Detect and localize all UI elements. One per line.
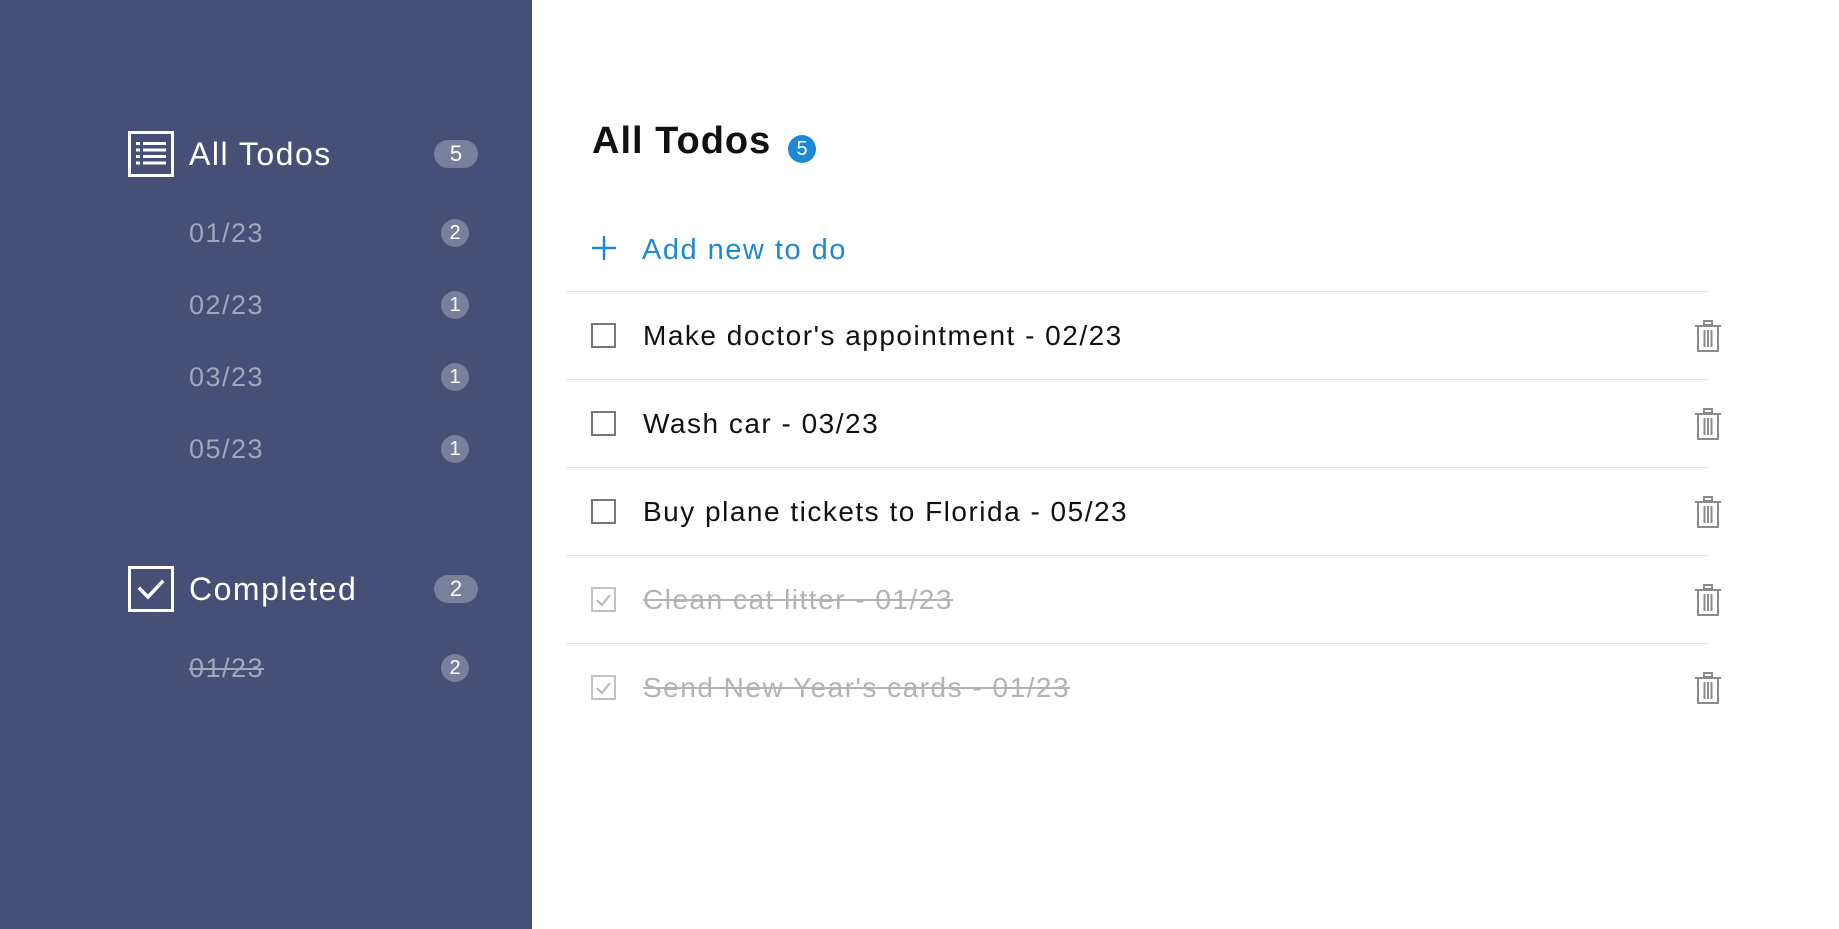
sidebar-item-label: 03/23 xyxy=(189,361,265,392)
add-todo-button[interactable]: Add new to do xyxy=(590,228,847,272)
count-badge: 5 xyxy=(434,140,478,168)
checkmark-icon xyxy=(596,682,611,695)
count-badge: 1 xyxy=(441,363,469,391)
todo-checkbox-checked[interactable] xyxy=(591,587,616,612)
todo-text: Buy plane tickets to Florida - 05/23 xyxy=(643,495,1129,527)
page-title: All Todos xyxy=(592,120,772,162)
sidebar-item-label: 01/23 xyxy=(189,217,265,248)
trash-icon[interactable] xyxy=(1692,494,1724,530)
sidebar: All Todos 5 01/23 2 02/23 1 03/23 1 05/2… xyxy=(0,0,532,929)
plus-icon xyxy=(590,234,618,267)
todo-item: Wash car - 03/23 xyxy=(566,379,1721,467)
todo-item-completed: Clean cat litter - 01/23 xyxy=(566,555,1721,643)
todo-list: Make doctor's appointment - 02/23 Wash c… xyxy=(566,291,1721,731)
count-badge: 2 xyxy=(441,219,469,247)
sidebar-item-date[interactable]: 05/23 1 xyxy=(189,413,469,485)
sidebar-item-date[interactable]: 03/23 1 xyxy=(189,341,469,413)
add-todo-label: Add new to do xyxy=(642,233,847,266)
trash-icon[interactable] xyxy=(1692,670,1724,706)
todo-checkbox[interactable] xyxy=(591,323,616,348)
sidebar-item-label: 02/23 xyxy=(189,289,265,320)
todo-text: Clean cat litter - 01/23 xyxy=(643,583,953,615)
list-icon xyxy=(128,131,174,177)
completed-date-list: 01/23 2 xyxy=(189,632,469,704)
checkmark-box-icon xyxy=(128,566,174,612)
todo-checkbox-checked[interactable] xyxy=(591,675,616,700)
todo-checkbox[interactable] xyxy=(591,499,616,524)
todo-text: Make doctor's appointment - 02/23 xyxy=(643,319,1123,351)
todo-checkbox[interactable] xyxy=(591,411,616,436)
sidebar-all-todos-label: All Todos xyxy=(189,135,332,172)
count-badge: 2 xyxy=(434,575,478,603)
trash-icon[interactable] xyxy=(1692,406,1724,442)
todo-text: Wash car - 03/23 xyxy=(643,407,880,439)
count-badge: 2 xyxy=(441,654,469,682)
sidebar-completed-label: Completed xyxy=(189,570,358,607)
main-panel: All Todos 5 Add new to do Make doctor's … xyxy=(532,0,1839,929)
all-todos-date-list: 01/23 2 02/23 1 03/23 1 05/23 1 xyxy=(189,197,469,485)
sidebar-item-date[interactable]: 01/23 2 xyxy=(189,632,469,704)
sidebar-all-todos[interactable]: All Todos 5 xyxy=(128,130,478,178)
count-badge: 1 xyxy=(441,291,469,319)
checkmark-icon xyxy=(596,594,611,607)
sidebar-item-date[interactable]: 02/23 1 xyxy=(189,269,469,341)
trash-icon[interactable] xyxy=(1692,318,1724,354)
todo-item: Buy plane tickets to Florida - 05/23 xyxy=(566,467,1721,555)
sidebar-item-label: 05/23 xyxy=(189,433,265,464)
count-badge: 5 xyxy=(788,135,816,163)
trash-icon[interactable] xyxy=(1692,582,1724,618)
sidebar-completed[interactable]: Completed 2 xyxy=(128,565,478,613)
count-badge: 1 xyxy=(441,435,469,463)
todo-text: Send New Year's cards - 01/23 xyxy=(643,671,1071,703)
sidebar-item-date[interactable]: 01/23 2 xyxy=(189,197,469,269)
sidebar-item-label: 01/23 xyxy=(189,652,265,683)
todo-item-completed: Send New Year's cards - 01/23 xyxy=(566,643,1721,731)
todo-item: Make doctor's appointment - 02/23 xyxy=(566,291,1721,379)
